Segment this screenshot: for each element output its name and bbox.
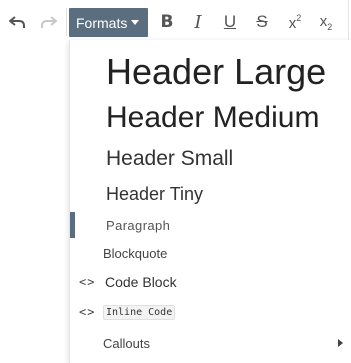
subscript-button[interactable]: x2 [314,6,338,38]
menu-item-label: Paragraph [106,217,171,233]
formats-dropdown-button[interactable]: Formats [69,8,148,37]
menu-item-blockquote[interactable]: Blockquote [70,240,351,266]
redo-icon [41,15,57,29]
undo-button[interactable] [2,6,32,38]
toolbar-edge [348,0,349,44]
italic-icon: I [194,11,202,33]
code-icon: <> [79,305,96,319]
menu-item-label: Header Large [106,51,327,92]
strikethrough-icon: S [256,12,268,31]
menu-item-label: Callouts [103,335,150,351]
undo-icon [9,15,25,29]
caret-down-icon [131,20,140,25]
code-icon: <> [79,275,96,289]
menu-item-header-large[interactable]: Header Large [70,50,351,94]
menu-item-label: Inline Code [103,304,176,320]
strikethrough-button[interactable]: S [251,6,273,38]
menu-item-header-medium[interactable]: Header Medium [70,98,351,138]
superscript-button[interactable]: x2 [283,6,307,38]
toolbar-divider [66,8,67,36]
menu-item-label: Header Tiny [106,183,204,204]
formats-menu: Header Large Header Medium Header Small … [69,40,351,363]
menu-item-header-tiny[interactable]: Header Tiny [70,180,351,208]
menu-item-code-block[interactable]: <> Code Block [70,268,351,296]
menu-item-label: Blockquote [103,245,168,261]
menu-item-label: Header Medium [106,101,320,134]
menu-item-paragraph[interactable]: Paragraph [70,212,351,238]
underline-icon: U [223,12,237,31]
selected-indicator [70,212,75,238]
menu-item-header-small[interactable]: Header Small [70,144,351,174]
menu-item-inline-code[interactable]: <> Inline Code [70,298,351,326]
chevron-right-icon [338,339,343,347]
superscript-icon: x2 [288,12,302,32]
bold-icon: B [160,12,174,32]
italic-button[interactable]: I [187,6,209,38]
menu-item-label: Code Block [105,274,177,290]
subscript-icon: x2 [319,12,333,32]
menu-item-label: Header Small [106,147,234,170]
menu-item-callouts[interactable]: Callouts [70,328,351,358]
underline-button[interactable]: U [219,6,241,38]
editor-toolbar: Formats B I U S x2 x2 [0,0,351,44]
formats-label: Formats [76,14,128,31]
redo-button[interactable] [34,6,64,38]
bold-button[interactable]: B [156,6,178,38]
